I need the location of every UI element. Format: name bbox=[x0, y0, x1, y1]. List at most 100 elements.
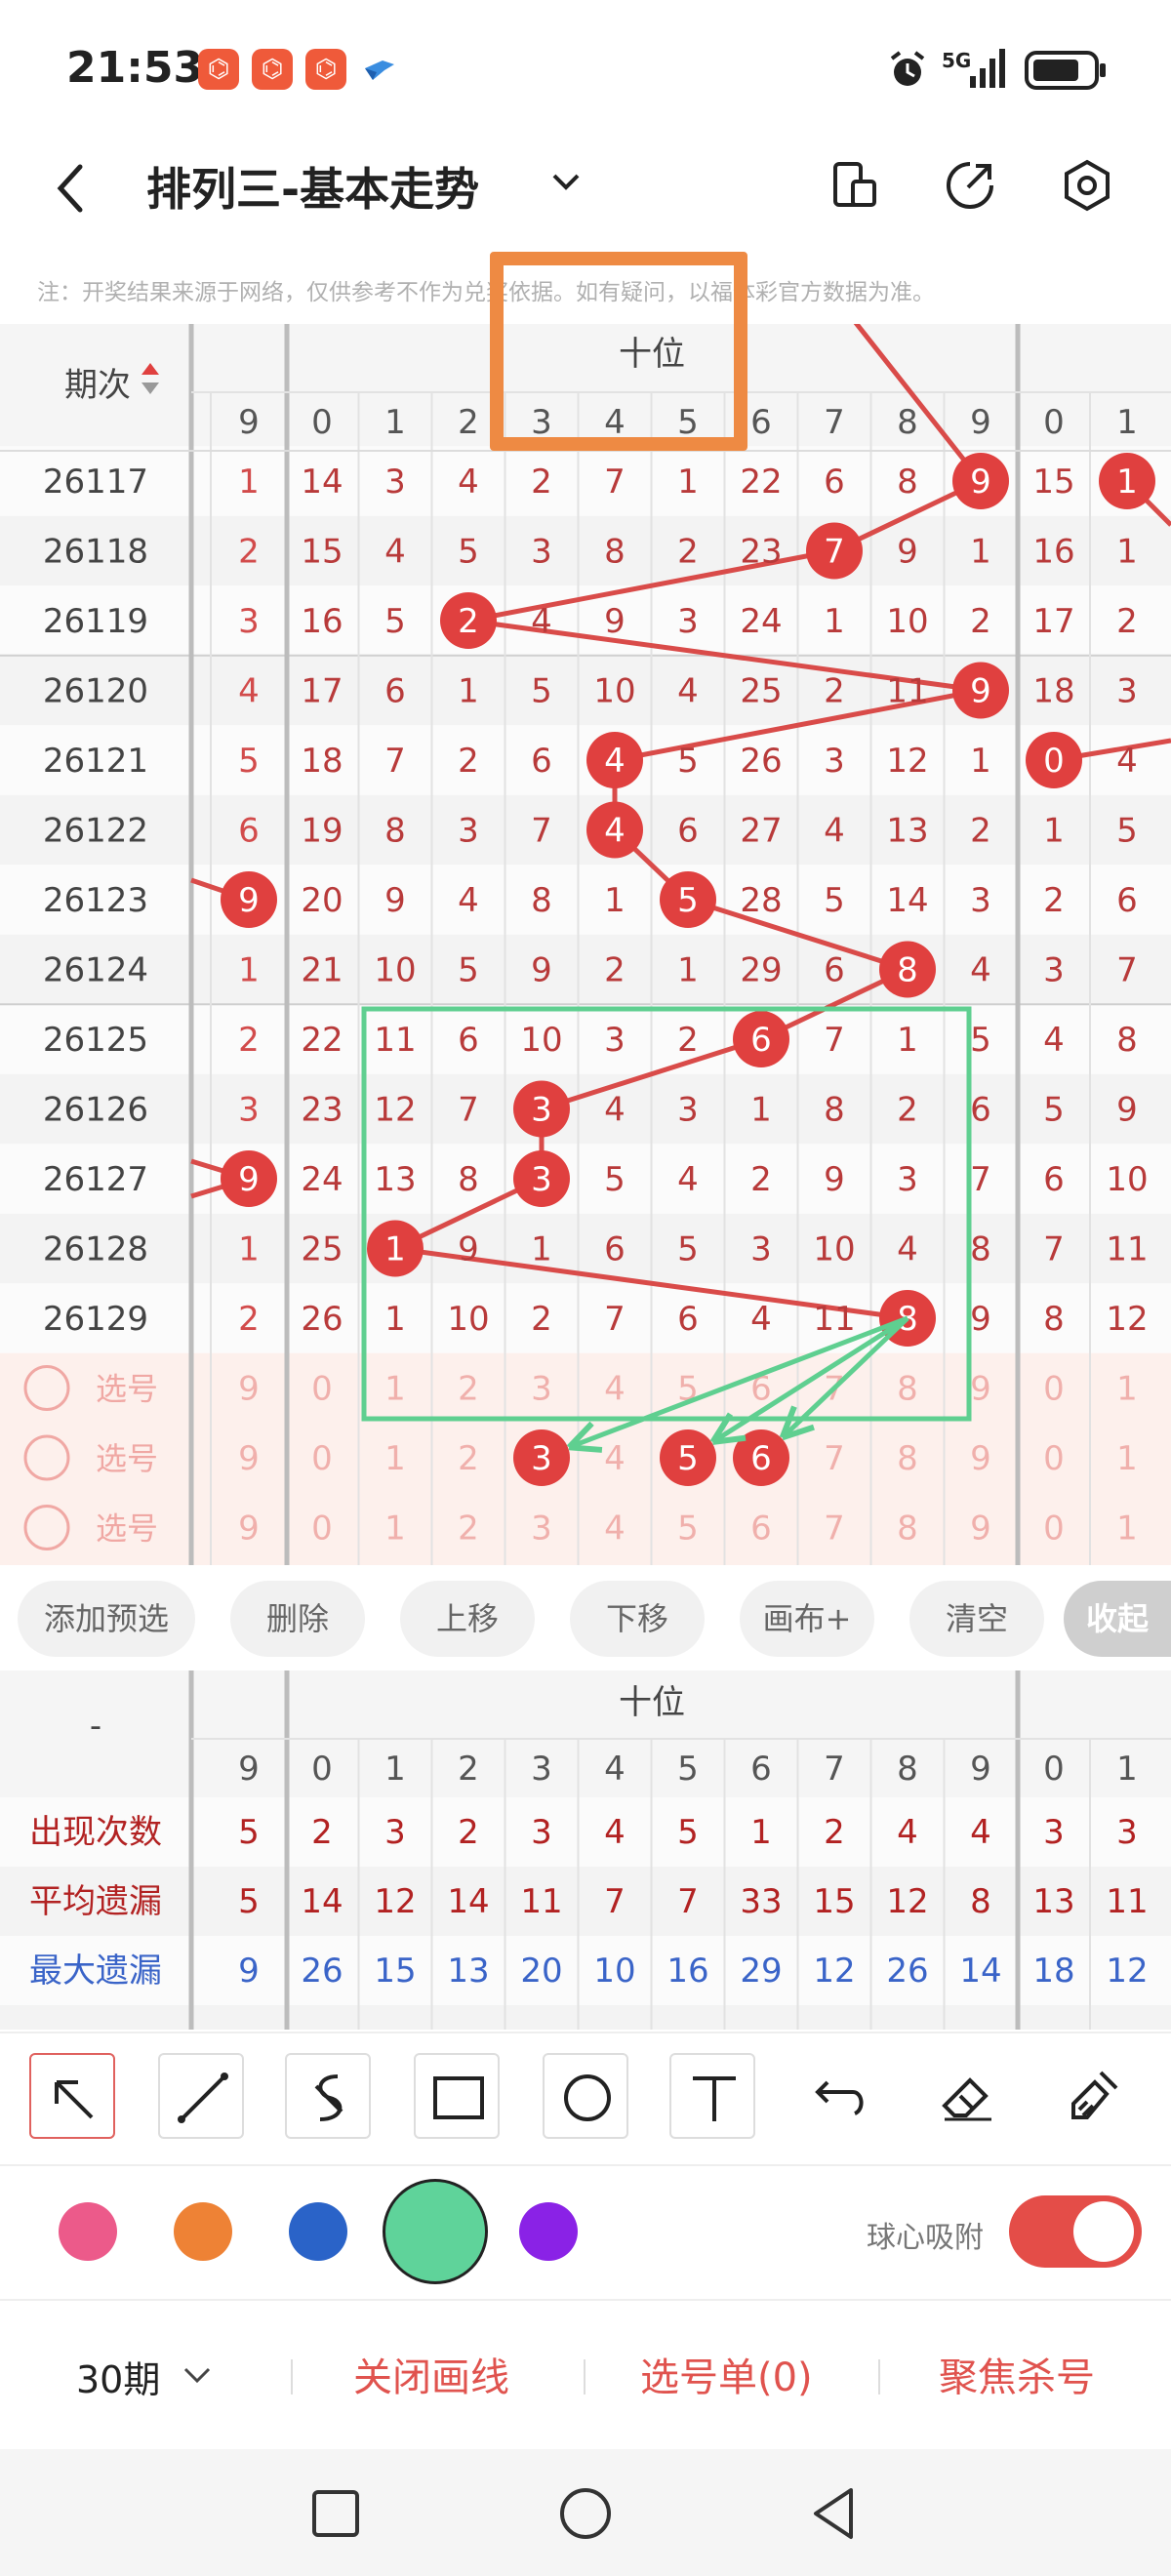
period-cell: 26128 bbox=[43, 1230, 148, 1269]
omission-cell: 6 bbox=[384, 672, 406, 711]
back-nav-icon[interactable] bbox=[806, 2484, 865, 2543]
select-cell[interactable]: 1 bbox=[384, 1439, 406, 1478]
chevron-down-icon[interactable] bbox=[178, 2355, 217, 2395]
select-cell[interactable]: 9 bbox=[238, 1439, 260, 1478]
pick-list-button[interactable]: 选号单(0) bbox=[640, 2346, 813, 2402]
select-cell[interactable]: 6 bbox=[750, 1509, 772, 1549]
select-cell[interactable]: 1 bbox=[384, 1370, 406, 1409]
select-cell[interactable]: 7 bbox=[824, 1509, 845, 1549]
select-cell[interactable]: 0 bbox=[1043, 1439, 1065, 1478]
eraser-tool[interactable] bbox=[925, 2053, 1011, 2139]
undo-tool[interactable] bbox=[798, 2053, 884, 2139]
select-cell[interactable]: 2 bbox=[458, 1439, 479, 1478]
omission-cell: 1 bbox=[970, 533, 991, 572]
select-cell[interactable]: 1 bbox=[1116, 1439, 1138, 1478]
stats-cell: 12 bbox=[1106, 1952, 1148, 1991]
trend-chart[interactable]: 期次十位9 0 1 2 3 4 5 6 7 8 9 0 126117 1 14 3 4 2 7 1 22 6 8 9 15 126… bbox=[0, 324, 1171, 1565]
back-icon[interactable] bbox=[49, 161, 98, 216]
canvas-plus-button[interactable]: 画布+ bbox=[740, 1581, 874, 1657]
select-cell[interactable]: 1 bbox=[1116, 1509, 1138, 1549]
move-up-button[interactable]: 上移 bbox=[400, 1581, 535, 1657]
select-cell[interactable]: 9 bbox=[970, 1370, 991, 1409]
select-cell[interactable]: 0 bbox=[311, 1370, 333, 1409]
column-header: 0 bbox=[1043, 1750, 1065, 1789]
rectangle-tool[interactable] bbox=[414, 2053, 500, 2139]
delete-button[interactable]: 删除 bbox=[230, 1581, 365, 1657]
select-cell[interactable]: 0 bbox=[311, 1439, 333, 1478]
select-cell[interactable]: 5 bbox=[677, 1509, 699, 1549]
collapse-button[interactable]: 收起 bbox=[1064, 1581, 1171, 1657]
select-cell[interactable]: 9 bbox=[970, 1439, 991, 1478]
omission-cell: 7 bbox=[458, 1091, 479, 1130]
row-bg bbox=[0, 515, 1171, 586]
snap-toggle[interactable] bbox=[1009, 2195, 1142, 2268]
select-cell[interactable]: 2 bbox=[458, 1370, 479, 1409]
select-cell[interactable]: 4 bbox=[604, 1439, 626, 1478]
omission-cell: 3 bbox=[1116, 672, 1138, 711]
row-bg bbox=[0, 2005, 1171, 2030]
layout-switch-icon[interactable] bbox=[826, 156, 884, 215]
app-notification-icon: ⌬ bbox=[252, 49, 293, 90]
row-bg bbox=[0, 1144, 1171, 1214]
row-bg bbox=[0, 1073, 1171, 1145]
omission-cell: 22 bbox=[740, 463, 782, 502]
select-cell[interactable]: 8 bbox=[897, 1370, 918, 1409]
select-cell[interactable]: 9 bbox=[970, 1509, 991, 1549]
clear-button[interactable]: 清空 bbox=[909, 1581, 1044, 1657]
chevron-down-icon[interactable] bbox=[546, 168, 586, 197]
color-swatch[interactable] bbox=[59, 2202, 117, 2261]
select-cell[interactable]: 9 bbox=[238, 1370, 260, 1409]
color-swatch[interactable] bbox=[383, 2179, 488, 2284]
select-cell[interactable]: 0 bbox=[1043, 1370, 1065, 1409]
omission-cell: 21 bbox=[301, 951, 343, 990]
arrow-tool[interactable] bbox=[29, 2053, 115, 2139]
select-cell[interactable]: 0 bbox=[1043, 1509, 1065, 1549]
period-header[interactable]: 期次 bbox=[64, 366, 131, 405]
color-swatch[interactable] bbox=[519, 2202, 578, 2261]
stats-cell: 8 bbox=[970, 1882, 991, 1921]
color-swatch[interactable] bbox=[289, 2202, 347, 2261]
color-swatch[interactable] bbox=[174, 2202, 232, 2261]
share-icon[interactable] bbox=[941, 156, 999, 215]
settings-icon[interactable] bbox=[1058, 156, 1116, 215]
omission-cell: 14 bbox=[301, 463, 343, 502]
ball-number: 6 bbox=[750, 1439, 772, 1478]
select-cell[interactable]: 9 bbox=[238, 1509, 260, 1549]
add-preselect-button[interactable]: 添加预选 bbox=[18, 1581, 195, 1657]
omission-cell: 9 bbox=[384, 881, 406, 920]
select-cell[interactable]: 3 bbox=[531, 1370, 552, 1409]
recent-apps-icon[interactable] bbox=[306, 2484, 365, 2543]
text-tool[interactable] bbox=[669, 2053, 755, 2139]
move-down-button[interactable]: 下移 bbox=[570, 1581, 705, 1657]
stats-cell: 26 bbox=[886, 1952, 928, 1991]
clear-brush-tool[interactable] bbox=[1052, 2053, 1138, 2139]
omission-cell: 23 bbox=[740, 533, 782, 572]
line-tool[interactable] bbox=[158, 2053, 244, 2139]
focus-kill-button[interactable]: 聚焦杀号 bbox=[939, 2346, 1095, 2402]
stats-cell: 12 bbox=[886, 1882, 928, 1921]
select-cell[interactable]: 4 bbox=[604, 1370, 626, 1409]
select-cell[interactable]: 7 bbox=[824, 1439, 845, 1478]
page-title[interactable]: 排列三-基本走势 bbox=[146, 154, 479, 219]
home-icon[interactable] bbox=[556, 2484, 615, 2543]
select-cell[interactable]: 8 bbox=[897, 1509, 918, 1549]
omission-cell: 1 bbox=[384, 1300, 406, 1339]
select-cell[interactable]: 2 bbox=[458, 1509, 479, 1549]
omission-cell: 7 bbox=[970, 1160, 991, 1199]
select-cell[interactable]: 1 bbox=[1116, 1370, 1138, 1409]
curve-tool[interactable] bbox=[285, 2053, 371, 2139]
circle-tool[interactable] bbox=[543, 2053, 628, 2139]
select-cell[interactable]: 8 bbox=[897, 1439, 918, 1478]
select-cell[interactable]: 4 bbox=[604, 1509, 626, 1549]
select-cell[interactable]: 1 bbox=[384, 1509, 406, 1549]
omission-cell: 10 bbox=[374, 951, 416, 990]
select-cell[interactable]: 3 bbox=[531, 1509, 552, 1549]
period-select[interactable]: 30期 bbox=[76, 2350, 160, 2403]
omission-cell: 2 bbox=[1043, 881, 1065, 920]
close-lines-button[interactable]: 关闭画线 bbox=[353, 2346, 509, 2402]
omission-cell: 15 bbox=[301, 533, 343, 572]
toggle-knob bbox=[1073, 2201, 1134, 2262]
stats-table: -十位9 0 1 2 3 4 5 6 7 8 9 0 1出现次数 5 2 3 2 3 4 5 1 2 4 4 3 3平均遗漏 5 14… bbox=[0, 1670, 1171, 2030]
select-cell[interactable]: 0 bbox=[311, 1509, 333, 1549]
ball-number: 2 bbox=[458, 602, 479, 641]
